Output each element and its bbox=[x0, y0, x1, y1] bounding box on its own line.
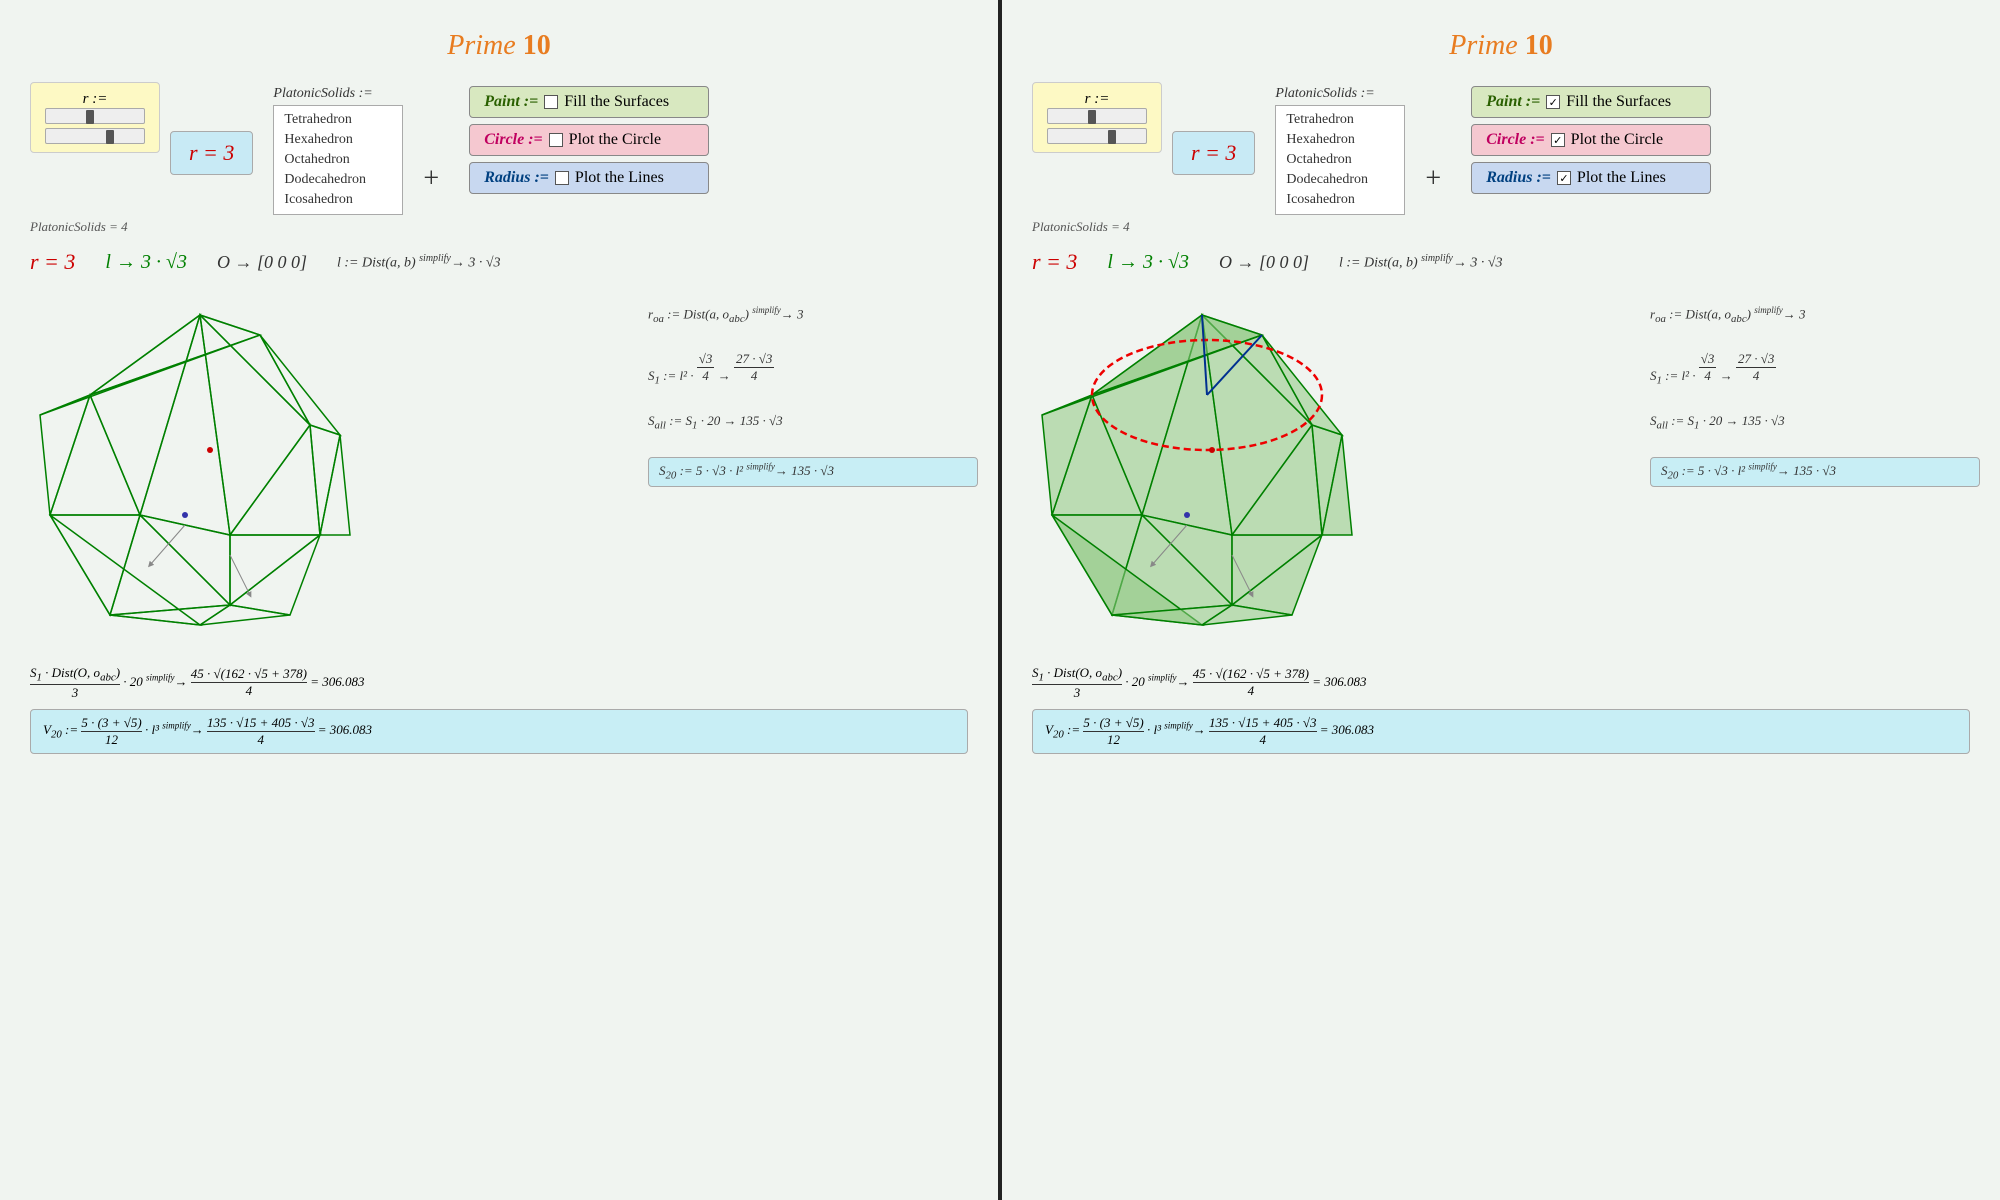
left-dropdown-item-5[interactable]: Icosahedron bbox=[284, 190, 392, 210]
left-formula1: roa := Dist(a, oabc) simplify→ 3 bbox=[648, 305, 978, 325]
left-paint-text: Fill the Surfaces bbox=[564, 93, 669, 111]
left-formulas-right: roa := Dist(a, oabc) simplify→ 3 S1 := l… bbox=[648, 305, 978, 487]
right-title: Prime 10 bbox=[1002, 0, 2000, 62]
right-circle-label: Circle := bbox=[1486, 131, 1544, 149]
right-paint-option[interactable]: Paint := ✓ Fill the Surfaces bbox=[1471, 86, 1711, 118]
right-dropdown-item-4[interactable]: Dodecahedron bbox=[1286, 170, 1394, 190]
left-title-bold: 10 bbox=[523, 30, 551, 61]
right-math-row: r = 3 l → 3 · √3 O → [0 0 0] l := Dist(a… bbox=[1002, 239, 2000, 285]
left-dropdown-item-1[interactable]: Tetrahedron bbox=[284, 110, 392, 130]
left-options: Paint := Fill the Surfaces Circle := Plo… bbox=[469, 86, 709, 194]
left-math-r: r = 3 bbox=[30, 249, 75, 275]
left-circle-checkbox[interactable] bbox=[549, 133, 563, 147]
right-dropdown[interactable]: Tetrahedron Hexahedron Octahedron Dodeca… bbox=[1275, 105, 1405, 215]
right-title-bold: 10 bbox=[1525, 30, 1553, 61]
right-dropdown-item-5[interactable]: Icosahedron bbox=[1286, 190, 1394, 210]
left-r-value: r = 3 bbox=[170, 131, 253, 175]
right-dist-formula: l := Dist(a, b) simplify→ 3 · √3 bbox=[1339, 253, 1503, 272]
left-dist-formula: l := Dist(a, b) simplify→ 3 · √3 bbox=[337, 253, 501, 272]
right-bottom-formulas: S1 · Dist(O, oabc)3 · 20 simplify→ 45 · … bbox=[1002, 655, 2000, 764]
left-dropdown[interactable]: Tetrahedron Hexahedron Octahedron Dodeca… bbox=[273, 105, 403, 215]
right-options: Paint := ✓ Fill the Surfaces Circle := ✓… bbox=[1471, 86, 1711, 194]
right-formula4-box: S20 := 5 · √3 · l² simplify→ 135 · √3 bbox=[1650, 457, 1980, 487]
left-platonic-label: PlatonicSolids := bbox=[273, 86, 403, 102]
right-circle-text: Plot the Circle bbox=[1571, 131, 1663, 149]
left-dropdown-item-4[interactable]: Dodecahedron bbox=[284, 170, 392, 190]
right-plus: + bbox=[1425, 163, 1441, 195]
left-r-label: r := bbox=[83, 91, 108, 108]
right-radius-text: Plot the Lines bbox=[1577, 169, 1666, 187]
right-dropdown-item-2[interactable]: Hexahedron bbox=[1286, 130, 1394, 150]
left-circle-label: Circle := bbox=[484, 131, 542, 149]
left-slider-track[interactable] bbox=[45, 108, 145, 124]
right-formula1: roa := Dist(a, oabc) simplify→ 3 bbox=[1650, 305, 1980, 325]
right-slider-track[interactable] bbox=[1047, 108, 1147, 124]
right-radius-option[interactable]: Radius := ✓ Plot the Lines bbox=[1471, 162, 1711, 194]
left-radius-option[interactable]: Radius := Plot the Lines bbox=[469, 162, 709, 194]
right-panel: Prime 10 r := r = 3 PlatonicSolids := Te… bbox=[1002, 0, 2000, 1200]
right-math-o: O → [0 0 0] bbox=[1219, 252, 1309, 273]
left-bottom-eq1: S1 · Dist(O, oabc)3 · 20 simplify→ 45 · … bbox=[30, 665, 968, 701]
right-radius-checkbox[interactable]: ✓ bbox=[1557, 171, 1571, 185]
left-math-l: l → 3 · √3 bbox=[105, 251, 187, 274]
left-platonic-eq: PlatonicSolids = 4 bbox=[0, 215, 998, 239]
right-dropdown-item-1[interactable]: Tetrahedron bbox=[1286, 110, 1394, 130]
left-slider-box: r := bbox=[30, 82, 160, 153]
left-slider-track2[interactable] bbox=[45, 128, 145, 144]
right-platonic-label: PlatonicSolids := bbox=[1275, 86, 1405, 102]
left-title: Prime 10 bbox=[0, 0, 998, 62]
right-r-value: r = 3 bbox=[1172, 131, 1255, 175]
right-bottom-eq1: S1 · Dist(O, oabc)3 · 20 simplify→ 45 · … bbox=[1032, 665, 1970, 701]
left-panel: Prime 10 r := r = 3 PlatonicSolids := Te… bbox=[0, 0, 998, 1200]
left-radius-checkbox[interactable] bbox=[555, 171, 569, 185]
left-circle-option[interactable]: Circle := Plot the Circle bbox=[469, 124, 709, 156]
left-circle-text: Plot the Circle bbox=[569, 131, 661, 149]
left-paint-option[interactable]: Paint := Fill the Surfaces bbox=[469, 86, 709, 118]
right-slider-box: r := bbox=[1032, 82, 1162, 153]
right-paint-text: Fill the Surfaces bbox=[1566, 93, 1671, 111]
left-math-o: O → [0 0 0] bbox=[217, 252, 307, 273]
right-paint-checkbox[interactable]: ✓ bbox=[1546, 95, 1560, 109]
right-paint-label: Paint := bbox=[1486, 93, 1540, 111]
right-math-l: l → 3 · √3 bbox=[1107, 251, 1189, 274]
left-icosahedron-svg bbox=[30, 295, 370, 645]
right-canvas-area: roa := Dist(a, oabc) simplify→ 3 S1 := l… bbox=[1022, 285, 1980, 655]
left-dropdown-item-2[interactable]: Hexahedron bbox=[284, 130, 392, 150]
right-formulas-right: roa := Dist(a, oabc) simplify→ 3 S1 := l… bbox=[1650, 305, 1980, 487]
left-formula2: S1 := l² · √34 → 27 · √34 bbox=[648, 351, 978, 387]
right-formula2: S1 := l² · √34 → 27 · √34 bbox=[1650, 351, 1980, 387]
left-bottom-eq2-box: V20 := 5 · (3 + √5)12 · l³ simplify→ 135… bbox=[30, 709, 968, 754]
right-bottom-eq2-box: V20 := 5 · (3 + √5)12 · l³ simplify→ 135… bbox=[1032, 709, 1970, 754]
left-formula3: Sall := S1 · 20 → 135 · √3 bbox=[648, 413, 978, 432]
right-radius-label: Radius := bbox=[1486, 169, 1551, 187]
left-radius-text: Plot the Lines bbox=[575, 169, 664, 187]
right-circle-checkbox[interactable]: ✓ bbox=[1551, 133, 1565, 147]
left-math-row: r = 3 l → 3 · √3 O → [0 0 0] l := Dist(a… bbox=[0, 239, 998, 285]
right-slider-track2[interactable] bbox=[1047, 128, 1147, 144]
left-dropdown-item-3[interactable]: Octahedron bbox=[284, 150, 392, 170]
left-title-text: Prime bbox=[447, 30, 522, 61]
left-canvas-area: roa := Dist(a, oabc) simplify→ 3 S1 := l… bbox=[20, 285, 978, 655]
right-r-label: r := bbox=[1085, 91, 1110, 108]
left-formula4-box: S20 := 5 · √3 · l² simplify→ 135 · √3 bbox=[648, 457, 978, 487]
left-bottom-formulas: S1 · Dist(O, oabc)3 · 20 simplify→ 45 · … bbox=[0, 655, 998, 764]
left-radius-label: Radius := bbox=[484, 169, 549, 187]
left-plus: + bbox=[423, 163, 439, 195]
right-formula3: Sall := S1 · 20 → 135 · √3 bbox=[1650, 413, 1980, 432]
left-paint-label: Paint := bbox=[484, 93, 538, 111]
left-paint-checkbox[interactable] bbox=[544, 95, 558, 109]
right-dropdown-item-3[interactable]: Octahedron bbox=[1286, 150, 1394, 170]
right-circle-option[interactable]: Circle := ✓ Plot the Circle bbox=[1471, 124, 1711, 156]
right-title-text: Prime bbox=[1449, 30, 1524, 61]
right-math-r: r = 3 bbox=[1032, 249, 1077, 275]
right-platonic-eq: PlatonicSolids = 4 bbox=[1002, 215, 2000, 239]
right-icosahedron-svg bbox=[1032, 295, 1372, 645]
